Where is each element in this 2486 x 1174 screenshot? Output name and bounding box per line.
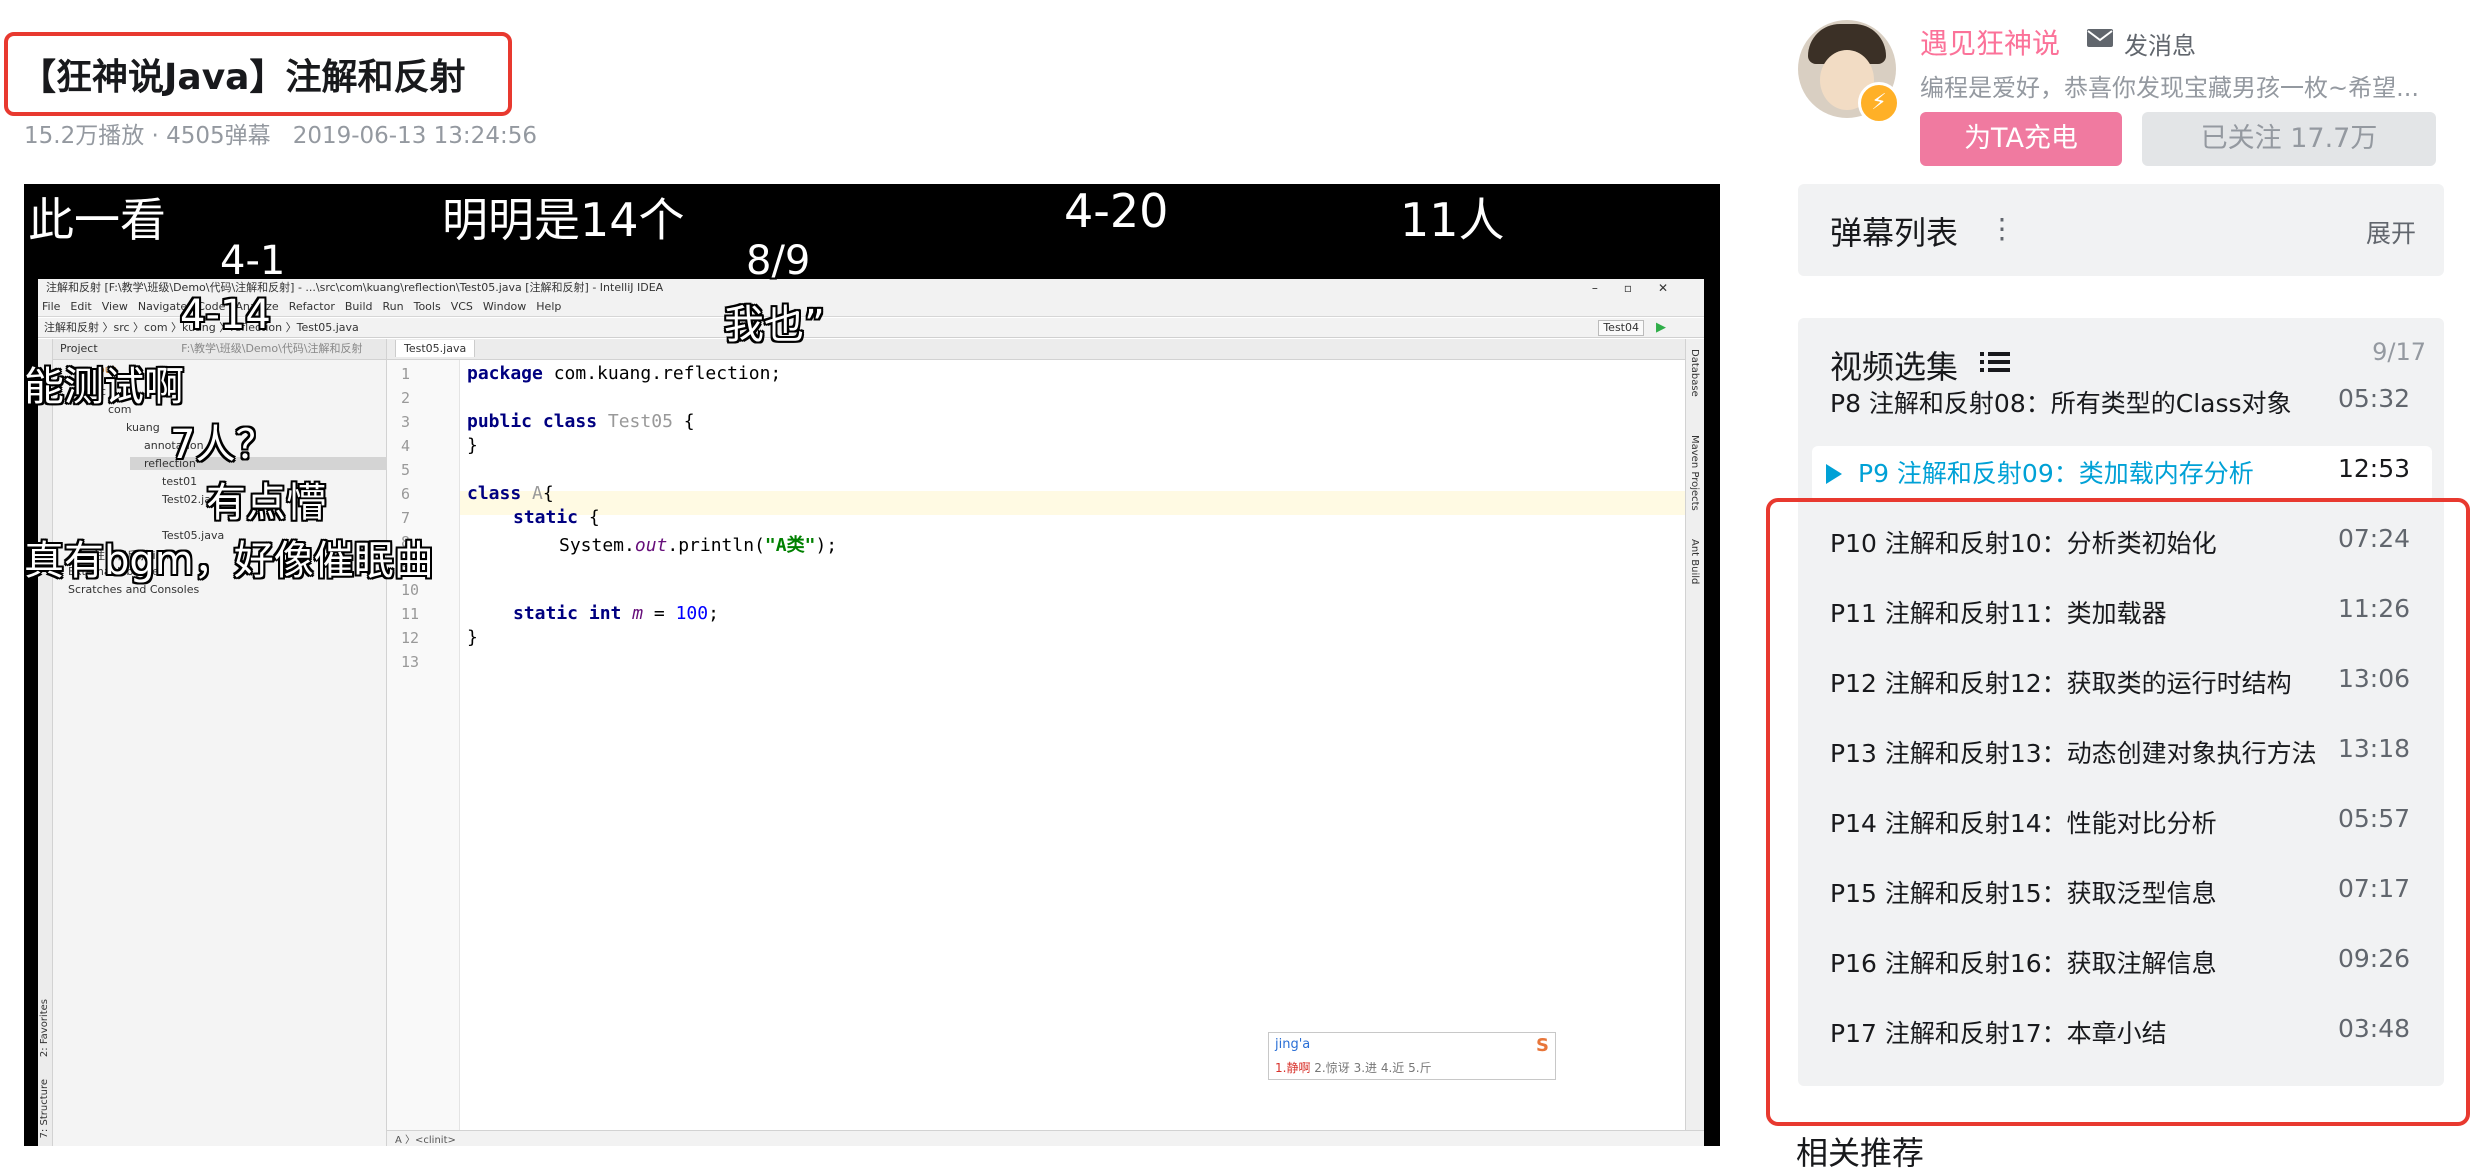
danmaku-list-title: 弹幕列表 [1830,214,1959,252]
play-count: 15.2万播放 · 4505弹幕 [24,123,271,149]
code-line-1: package com.kuang.reflection; [467,363,782,384]
uploader-description: 编程是爱好，恭喜你发现宝藏男孩一枚~希望... [1920,74,2419,102]
ide-status-bar: A 〉<clinit> [387,1130,1704,1146]
danmaku-comment: 4-14 [180,292,271,338]
ide-menu-bar: File Edit View Navigate Code Analyze Refactor B… [38,297,1704,317]
verified-badge-icon: ⚡ [1858,82,1900,124]
run-config-select: Test04 [1598,320,1644,336]
related-recommendations-title: 相关推荐 [1796,1134,1925,1172]
video-meta: 15.2万播放 · 4505弹幕 2019-06-13 13:24:56 [24,116,537,150]
playing-icon [1826,464,1842,484]
list-icon[interactable] [1980,350,2010,374]
code-line-7: static { [513,507,600,528]
video-title: 【狂神说Java】注解和反射 [20,57,466,98]
episode-list-title: 视频选集 [1830,348,1959,386]
ide-right-tool-strip: Database Maven Projects Ant Build [1685,339,1704,1146]
expand-button[interactable]: 展开 [2366,214,2416,250]
video-frame-ide: 注解和反射 [F:\教学\班级\Demo\代码\注解和反射] - ...\src… [38,279,1704,1146]
danmaku-list-panel[interactable]: 弹幕列表 ⋮ 展开 [1798,184,2444,276]
ide-title-bar: 注解和反射 [F:\教学\班级\Demo\代码\注解和反射] - ...\src… [38,279,1704,297]
ide-left-tool-strip: 2: Favorites 7: Structure [38,339,53,1146]
code-line-6: class A{ [467,483,554,504]
follow-button[interactable]: 已关注 17.7万 [2142,112,2436,166]
code-line-3: public class Test05 { [467,411,695,432]
code-line-4: } [467,435,478,456]
danmaku-comment: 我也” [724,302,825,348]
code-line-8: System.out.println("A类"); [559,535,838,556]
sogou-logo-icon: S [1536,1035,1549,1056]
danmaku-comment: 能测试啊 [24,364,184,410]
danmaku-comment: 4-20 [1064,184,1169,238]
episode-item[interactable]: P8 注解和反射08：所有类型的Class对象 05:32 [1830,384,2410,424]
danmaku-comment: 此一看 [28,193,166,247]
danmaku-comment: 7人？ [170,422,276,468]
danmaku-comment: 真有bgm，好像催眠曲 [24,538,434,584]
line-number-gutter [387,360,460,1146]
danmaku-comment: 11人 [1400,193,1505,247]
danmaku-comment: 4-1 [220,238,286,284]
more-options-icon[interactable]: ⋮ [1988,212,2016,245]
uploader-name[interactable]: 遇见狂神说 [1920,22,2060,62]
window-controls-icon: –▫✕ [1591,281,1694,295]
danmaku-comment: 明明是14个 [442,193,685,247]
publish-date: 2019-06-13 13:24:56 [292,123,537,149]
danmaku-comment: 有点懵 [206,480,326,526]
send-message-link[interactable]: 发消息 [2124,26,2196,61]
danmaku-comment: 8/9 [746,238,811,284]
video-player[interactable]: 注解和反射 [F:\教学\班级\Demo\代码\注解和反射] - ...\src… [24,184,1720,1146]
episode-item-current[interactable]: P9 注解和反射09：类加载内存分析 12:53 [1858,454,2410,494]
code-editor: Test05.java 1 2 3 4 5 6 7 8 9 10 11 12 1… [387,339,1686,1146]
mail-icon[interactable] [2086,28,2114,48]
code-line-12: } [467,627,478,648]
episode-progress: 9/17 [2372,338,2426,366]
episode-highlight-box [1766,498,2470,1126]
editor-tab: Test05.java [387,339,1686,360]
ime-candidate-window: jing'a S 1.静啊 2.惊讶 3.进 4.近 5.斤 [1268,1032,1556,1080]
code-line-11: static int m = 100; [513,603,719,624]
ide-navigation-bar: 注解和反射 〉src 〉com 〉kuang 〉reflection 〉Test… [38,318,1704,338]
run-icon: ▶ [1656,320,1666,335]
current-line-highlight [460,491,1686,515]
charge-button[interactable]: 为TA充电 [1920,112,2122,166]
